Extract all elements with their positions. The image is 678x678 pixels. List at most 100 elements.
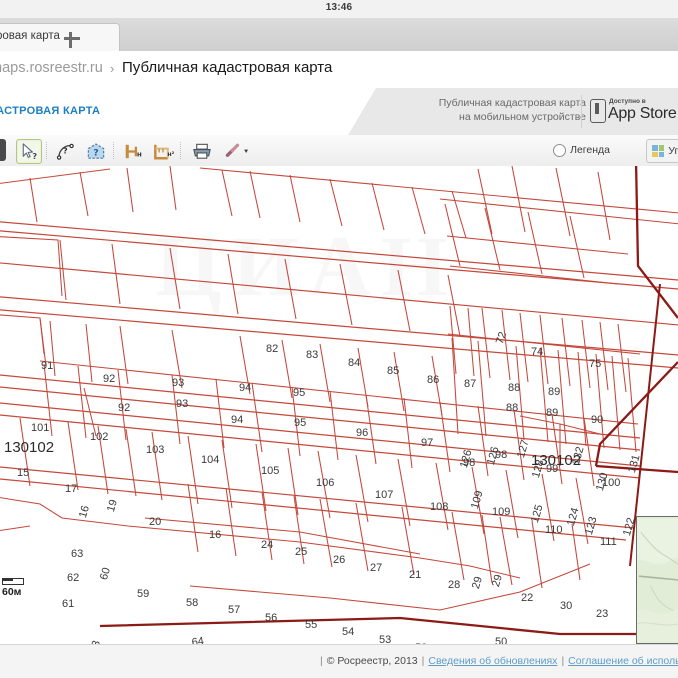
parcel-number-label: 63 (71, 548, 84, 560)
manage-layers-button[interactable]: Упр (646, 139, 678, 163)
site-brand-title: ДАСТРОВАЯ КАРТА (0, 105, 101, 117)
parcel-number-label: 94 (231, 414, 244, 426)
parcel-number-label: 64 (191, 635, 205, 644)
site-header: ДАСТРОВАЯ КАРТА Публичная кадастровая ка… (0, 88, 678, 136)
footer-link-agreement[interactable]: Соглашение об использован (568, 655, 678, 667)
app-store-name-label: App Store (608, 105, 677, 122)
browser-screenshot: 13:46 ...астровая карта maps.rosreestr.r… (0, 0, 678, 678)
promo-line-1: Публичная кадастровая карта (438, 97, 586, 109)
parcel-number-label: 89 (548, 386, 561, 398)
measure-area-tool-button[interactable]: н² (150, 139, 176, 164)
scale-bar-graphic (2, 578, 24, 585)
parcel-number-label: 21 (409, 569, 422, 581)
overview-inset-map[interactable] (636, 516, 678, 644)
parcel-number-label: 22 (521, 592, 534, 604)
mobile-phone-icon (590, 99, 606, 123)
cadastral-map-canvas[interactable]: ЦИАН (0, 166, 678, 644)
parcel-number-label: 92 (103, 373, 116, 385)
parcel-number-label: 103 (146, 444, 165, 456)
svg-text:?: ? (63, 146, 67, 155)
parcel-number-label: 101 (31, 422, 50, 434)
parcel-number-label: 111 (600, 536, 617, 548)
address-page-title: Публичная кадастровая карта (122, 59, 333, 76)
footer-separator-3: | (561, 655, 565, 667)
parcel-number-label: 50 (495, 636, 508, 644)
parcel-number-label: 95 (293, 387, 306, 399)
new-tab-button[interactable] (62, 28, 82, 48)
path-measure-icon: ? (56, 143, 74, 160)
parcel-number-label: 96 (356, 427, 369, 439)
parcel-number-label: 105 (261, 465, 280, 477)
legend-checkbox-icon[interactable] (553, 143, 567, 157)
parcel-number-label: 53 (379, 634, 392, 644)
browser-tab-strip: ...астровая карта (0, 18, 678, 52)
toolbar-divider (180, 142, 182, 159)
parcel-number-label: 57 (228, 604, 241, 616)
legend-toggle[interactable]: Легенда (553, 141, 610, 159)
link-tool-button[interactable] (219, 139, 255, 164)
scale-bar-label: 60м (2, 586, 22, 598)
parcel-number-label: 88 (506, 402, 519, 414)
parcel-number-label: 107 (375, 489, 394, 501)
select-info-tool-button[interactable]: ? (16, 139, 42, 164)
footer-link-updates[interactable]: Сведения об обновлениях (428, 655, 557, 667)
layers-grid-icon (652, 145, 665, 157)
parcel-number-label: 97 (421, 437, 434, 449)
cursor-question-icon: ? (22, 143, 37, 161)
parcel-number-label: 88 (508, 382, 521, 394)
link-chain-icon (225, 143, 249, 157)
measure-path-tool-button[interactable]: ? (53, 139, 79, 164)
parcel-number-label: 54 (342, 626, 355, 638)
parcel-number-label: 15 (17, 467, 30, 479)
parcel-number-label: 58 (186, 597, 199, 609)
footer-separator-1: | (320, 655, 323, 667)
parcel-number-label: 85 (387, 365, 400, 377)
toolbar-divider (113, 142, 115, 159)
parcel-number-label: 23 (596, 608, 609, 620)
parcel-number-label: 86 (427, 374, 440, 386)
app-store-available-label: Доступно в (609, 98, 646, 105)
cadastral-zone-label: 130102 (4, 439, 55, 456)
parcel-number-label: 59 (137, 588, 150, 600)
manage-layers-label: Упр (668, 145, 678, 157)
parcel-number-label: 27 (370, 562, 383, 574)
mobile-app-promo: Публичная кадастровая карта на мобильном… (396, 96, 586, 124)
parcel-number-label: 24 (261, 539, 274, 551)
inset-terrain-icon (637, 518, 678, 642)
legend-label: Легенда (570, 144, 610, 156)
parcel-number-label: 93 (176, 398, 189, 410)
parcel-number-label: 109 (492, 506, 511, 518)
browser-address-bar[interactable]: maps.rosreestr.ru › Публичная кадастрова… (0, 51, 678, 89)
svg-text:?: ? (32, 151, 37, 161)
parcel-number-label: 102 (90, 431, 109, 443)
parcel-number-label: 95 (294, 417, 307, 429)
parcel-number-label: 74 (531, 346, 544, 358)
map-scale-bar: 60м (2, 578, 24, 598)
toolbar-collapse-handle[interactable] (0, 139, 6, 161)
parcel-number-label: 16 (209, 529, 222, 541)
parcel-number-label: 75 (589, 358, 602, 370)
parcel-boundaries (0, 166, 678, 611)
parcel-number-label: 82 (266, 343, 279, 355)
measure-length-tool-button[interactable]: н (120, 139, 146, 164)
parcel-number-label: 84 (348, 357, 361, 369)
svg-text:н: н (137, 149, 142, 158)
site-footer: | © Росреестр, 2013 | Сведения об обновлени… (0, 644, 678, 678)
parcel-number-label: 91 (41, 360, 54, 372)
parcel-number-label: 25 (295, 546, 308, 558)
printer-icon (193, 143, 211, 159)
parcel-number-label: 30 (560, 600, 573, 612)
address-host: maps.rosreestr.ru (0, 60, 103, 76)
parcel-number-label: 110 (545, 524, 563, 536)
svg-text:н²: н² (167, 151, 174, 158)
svg-text:?: ? (93, 149, 98, 159)
footer-copyright: © Росреестр, 2013 (326, 655, 418, 667)
parcel-number-label: 87 (464, 378, 477, 390)
app-store-badge[interactable]: Доступно в App Store (581, 95, 678, 128)
print-tool-button[interactable] (189, 139, 215, 164)
area-info-tool-button[interactable]: ? (83, 139, 109, 164)
parcel-number-label: 56 (265, 612, 278, 624)
parcel-number-label: 28 (448, 579, 461, 591)
parcel-number-label: 26 (333, 554, 346, 566)
browser-tab-active[interactable]: ...астровая карта (0, 23, 120, 52)
